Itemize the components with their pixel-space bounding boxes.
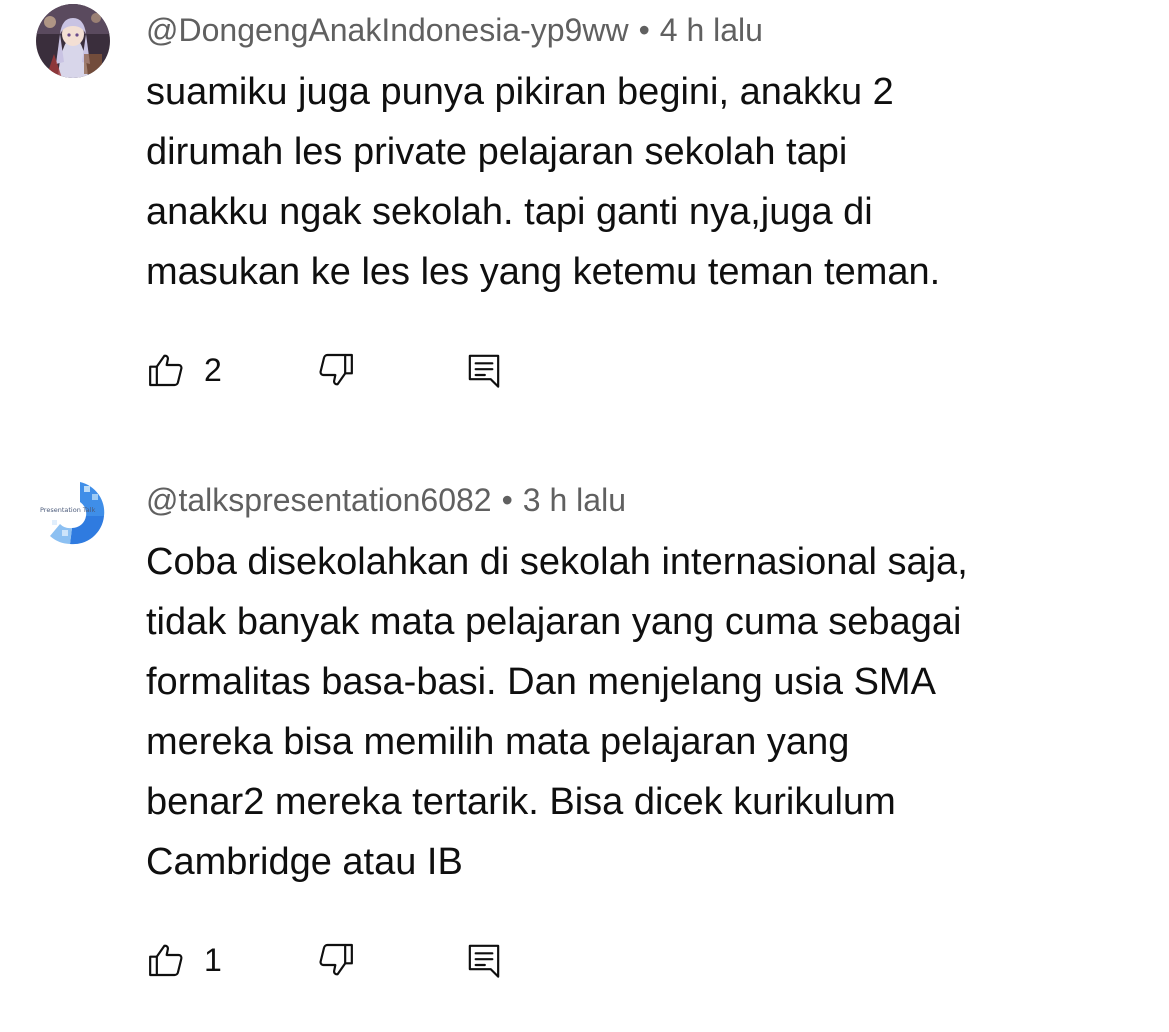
meta-separator: • xyxy=(501,482,513,518)
author-handle[interactable]: @talkspresentation6082 xyxy=(146,482,492,518)
comment-line: benar2 mereka tertarik. Bisa dicek kurik… xyxy=(146,781,896,823)
reply-button[interactable] xyxy=(464,348,504,392)
reply-button[interactable] xyxy=(464,938,504,982)
anime-girl-avatar-icon xyxy=(36,4,110,78)
like-count: 2 xyxy=(204,351,222,388)
comment-time[interactable]: 3 h lalu xyxy=(523,482,626,518)
presentation-logo-avatar-icon: Presentation Talk xyxy=(36,476,110,550)
thumbs-up-icon xyxy=(149,354,183,387)
dislike-button[interactable] xyxy=(316,348,356,392)
comment-line: dirumah les private pelajaran sekolah ta… xyxy=(146,131,848,173)
comment-line: masukan ke les les yang ketemu teman tem… xyxy=(146,251,941,293)
comment-line: tidak banyak mata pelajaran yang cuma se… xyxy=(146,601,962,643)
comment-actions: 2 xyxy=(146,348,546,392)
comment-text: suamiku juga punya pikiran begini, anakk… xyxy=(146,62,1136,302)
reply-comment-icon xyxy=(468,354,500,388)
comment-actions: 1 xyxy=(146,938,546,982)
comment-meta: @talkspresentation6082 • 3 h lalu xyxy=(146,480,626,520)
comment-line: Cambridge atau IB xyxy=(146,841,463,883)
avatar-logo-text: Presentation Talk xyxy=(40,506,96,514)
author-handle[interactable]: @DongengAnakIndonesia-yp9ww xyxy=(146,12,629,48)
dislike-button[interactable] xyxy=(316,938,356,982)
comment-line: anakku ngak sekolah. tapi ganti nya,juga… xyxy=(146,191,873,233)
comment-line: mereka bisa memilih mata pelajaran yang xyxy=(146,721,850,763)
like-button[interactable]: 2 xyxy=(146,348,222,392)
thumbs-down-icon xyxy=(319,353,353,386)
reply-comment-icon xyxy=(468,944,500,978)
like-button[interactable]: 1 xyxy=(146,938,222,982)
meta-separator: • xyxy=(638,12,650,48)
comment-text: Coba disekolahkan di sekolah internasion… xyxy=(146,532,1136,892)
avatar[interactable]: Presentation Talk xyxy=(36,476,110,550)
comment-time[interactable]: 4 h lalu xyxy=(660,12,763,48)
like-count: 1 xyxy=(204,941,222,978)
thumbs-down-icon xyxy=(319,943,353,976)
avatar[interactable] xyxy=(36,4,110,78)
comment-line: suamiku juga punya pikiran begini, anakk… xyxy=(146,71,894,113)
comment-line: formalitas basa-basi. Dan menjelang usia… xyxy=(146,661,936,703)
comment-meta: @DongengAnakIndonesia-yp9ww • 4 h lalu xyxy=(146,10,763,50)
thumbs-up-icon xyxy=(149,944,183,977)
comment-line: Coba disekolahkan di sekolah internasion… xyxy=(146,541,968,583)
